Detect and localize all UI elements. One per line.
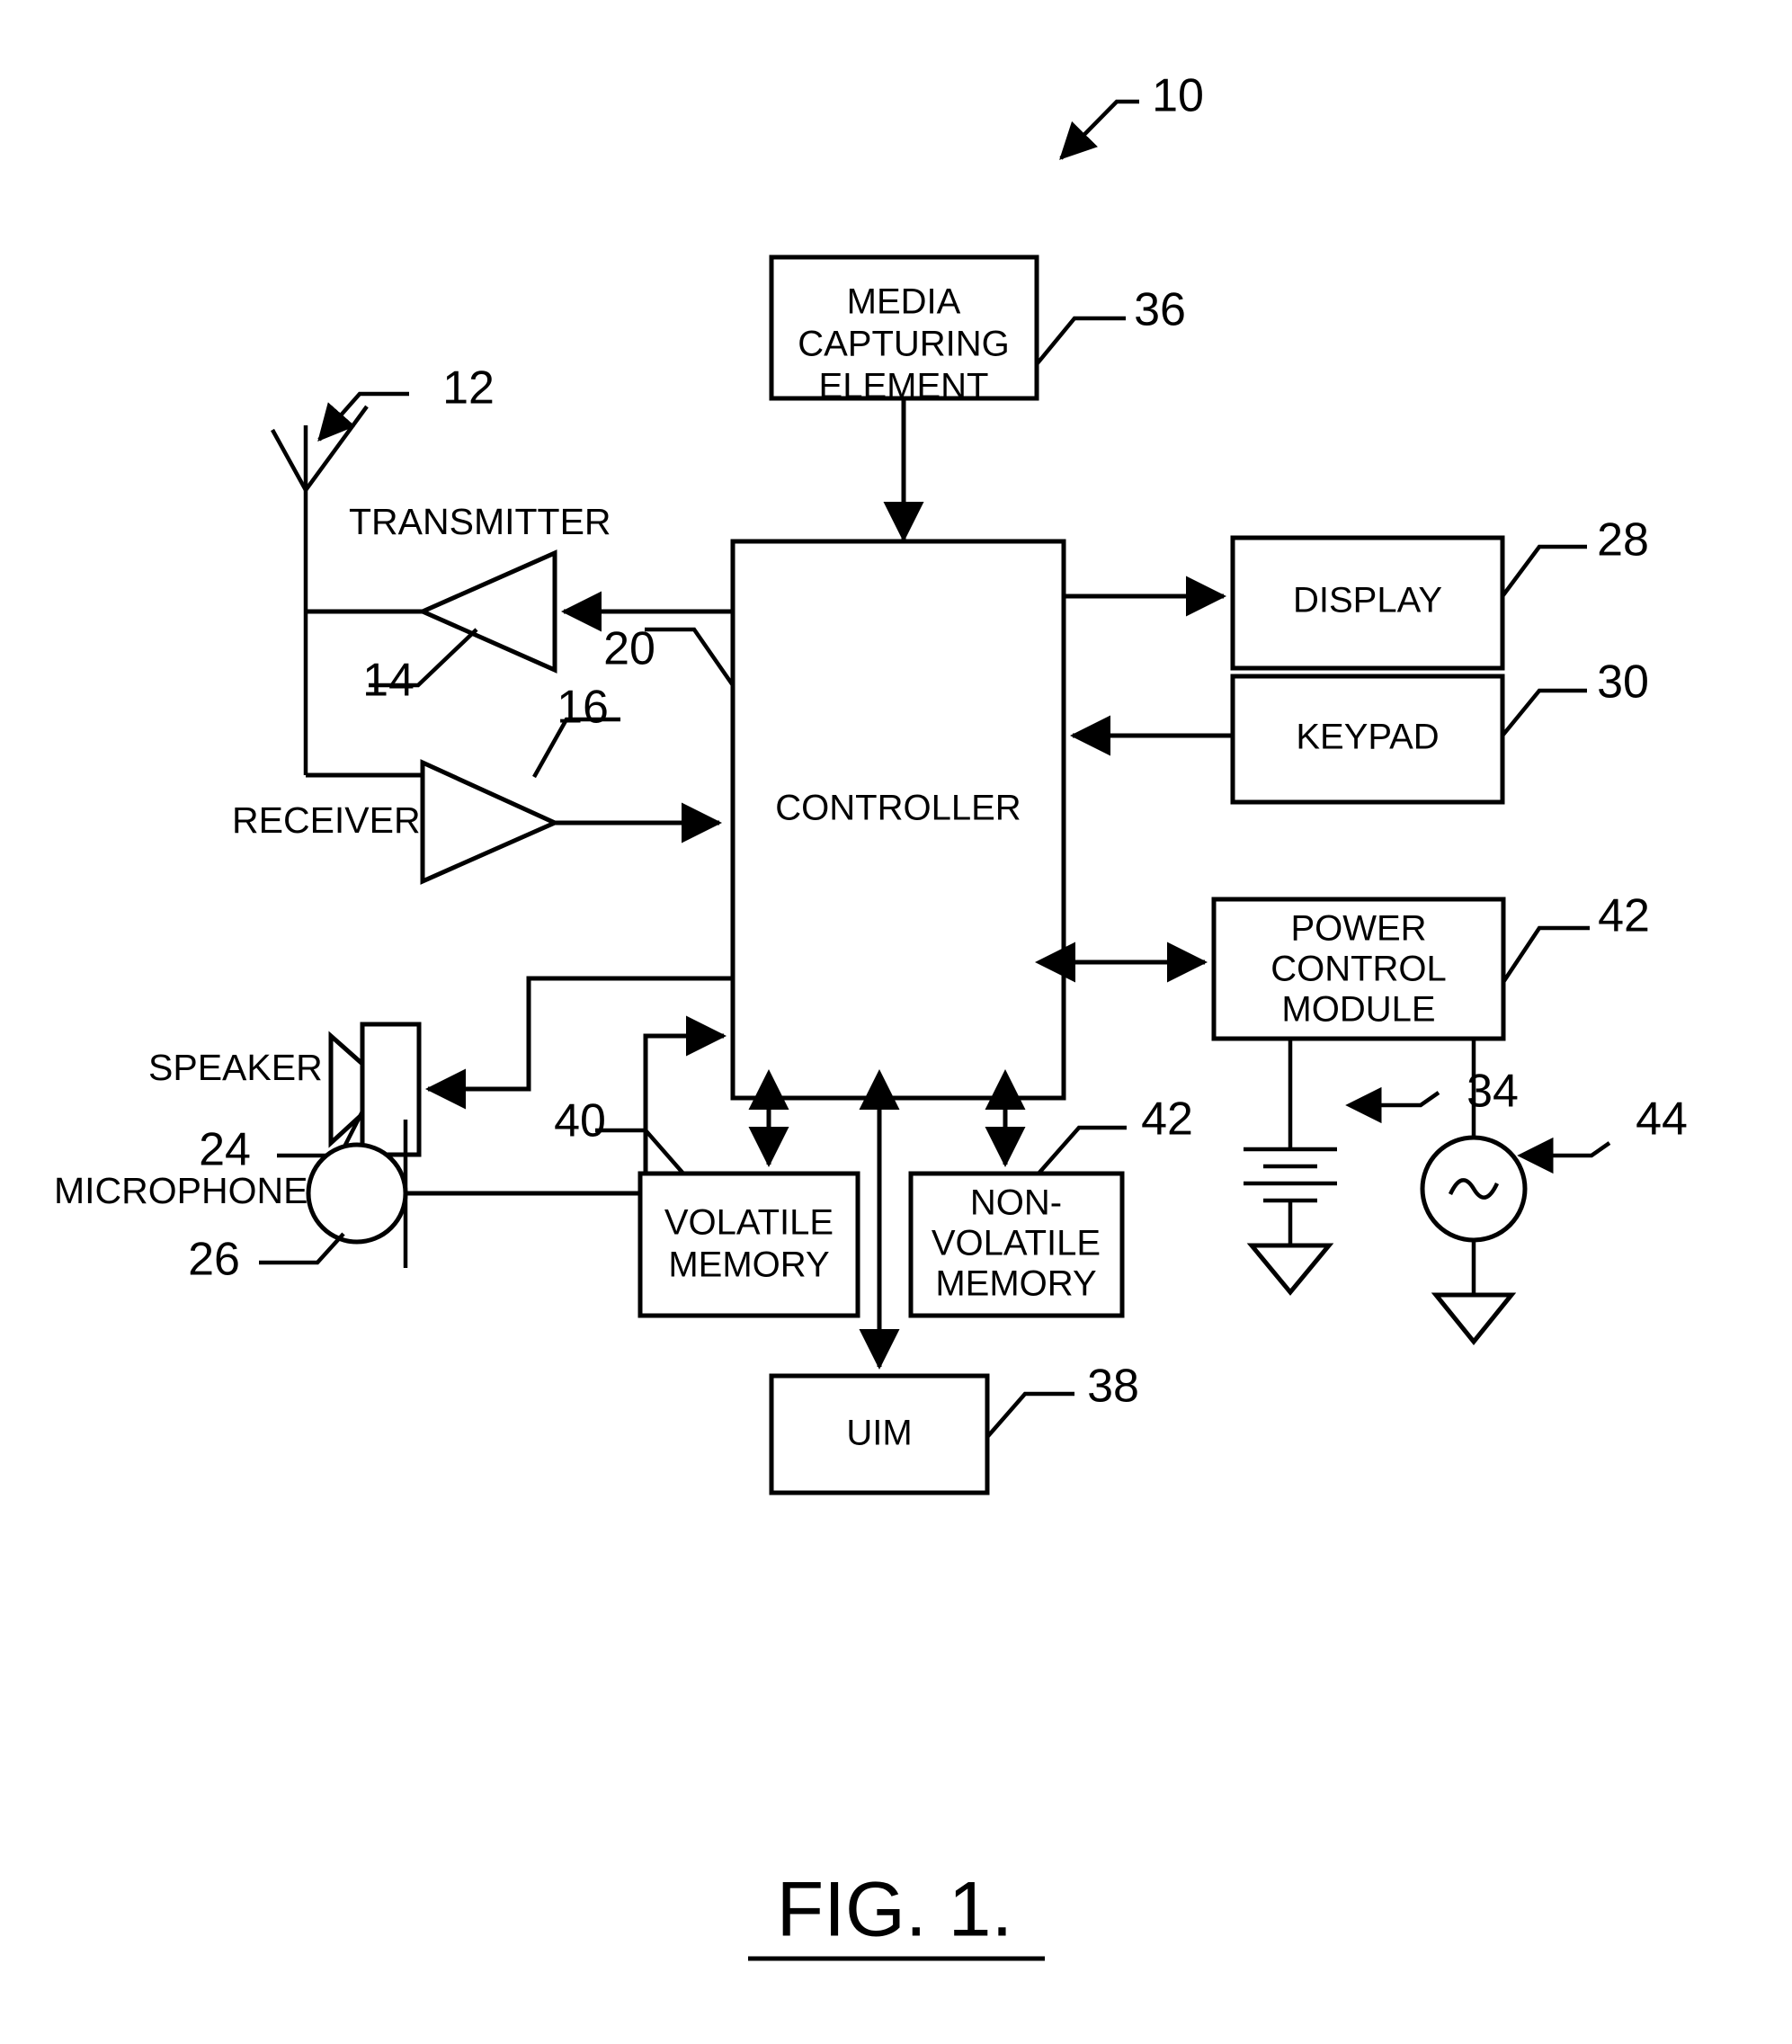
ref-leader-30 bbox=[1501, 688, 1587, 737]
receiver-symbol bbox=[420, 759, 561, 885]
ref-label-44: 44 bbox=[1636, 1093, 1688, 1146]
ref-label-14: 14 bbox=[362, 655, 415, 707]
ref-leader-26 bbox=[259, 1232, 345, 1265]
ref-label-26: 26 bbox=[188, 1234, 240, 1286]
volatile-memory-label-line2: MEMORY bbox=[668, 1245, 829, 1285]
speaker-label: SPEAKER bbox=[148, 1047, 323, 1088]
ref-label-12: 12 bbox=[442, 362, 495, 415]
receiver-label: RECEIVER bbox=[232, 799, 421, 841]
keypad-label: KEYPAD bbox=[1296, 718, 1439, 757]
ref-leader-40 bbox=[595, 1128, 685, 1175]
ref-label-30: 30 bbox=[1597, 656, 1649, 709]
uim-label: UIM bbox=[846, 1414, 912, 1453]
ref-leader-28 bbox=[1501, 544, 1587, 598]
ref-label-28: 28 bbox=[1597, 514, 1649, 567]
media-capturing-element-label-line2: CAPTURING bbox=[798, 325, 1010, 364]
ref-leader-36 bbox=[1035, 316, 1126, 366]
ref-label-38: 38 bbox=[1087, 1361, 1139, 1413]
ref-leader-38 bbox=[985, 1391, 1074, 1439]
ref-leader-20 bbox=[645, 627, 735, 687]
volatile-memory-label-line1: VOLATILE bbox=[664, 1203, 834, 1243]
ref-leader-42-power bbox=[1502, 925, 1590, 984]
non-volatile-memory-label-line1: NON- bbox=[970, 1183, 1062, 1223]
ref-label-42-nvm: 42 bbox=[1141, 1093, 1193, 1146]
overall-ref-10-leader bbox=[1059, 99, 1139, 160]
transmitter-symbol bbox=[416, 549, 557, 674]
antenna-symbol bbox=[271, 405, 369, 775]
patent-figure-page: 10 MEDIA CAPTURING ELEMENT 36 12 TRANSMI… bbox=[0, 0, 1792, 2044]
ref-leader-12 bbox=[317, 391, 409, 442]
display-label: DISPLAY bbox=[1293, 581, 1442, 620]
ref-label-36: 36 bbox=[1134, 284, 1186, 336]
ref-label-10: 10 bbox=[1152, 70, 1204, 122]
ref-label-40: 40 bbox=[554, 1095, 606, 1147]
battery-symbol bbox=[1244, 1039, 1337, 1296]
transmitter-label: TRANSMITTER bbox=[349, 501, 611, 542]
power-control-module-label-line1: POWER bbox=[1290, 909, 1426, 949]
microphone-label: MICROPHONE bbox=[54, 1170, 308, 1211]
power-control-module-label-line2: CONTROL bbox=[1270, 950, 1447, 989]
ref-leader-44 bbox=[1517, 1137, 1611, 1174]
figure-canvas: 10 MEDIA CAPTURING ELEMENT 36 12 TRANSMI… bbox=[54, 70, 1688, 1961]
non-volatile-memory-label-line3: MEMORY bbox=[935, 1264, 1096, 1304]
figure-caption: FIG. 1. bbox=[777, 1867, 1013, 1953]
ref-label-20: 20 bbox=[603, 623, 655, 675]
non-volatile-memory-label-line2: VOLATILE bbox=[932, 1224, 1101, 1263]
media-capturing-element-label-line1: MEDIA bbox=[847, 282, 961, 322]
ref-label-42-power: 42 bbox=[1598, 890, 1650, 942]
power-control-module-label-line3: MODULE bbox=[1281, 990, 1435, 1030]
ref-leader-42-nvm bbox=[1037, 1125, 1127, 1175]
ref-leader-34 bbox=[1345, 1086, 1440, 1124]
controller-label: CONTROLLER bbox=[775, 789, 1021, 828]
ref-label-24: 24 bbox=[199, 1124, 251, 1176]
ref-label-16: 16 bbox=[557, 682, 609, 734]
